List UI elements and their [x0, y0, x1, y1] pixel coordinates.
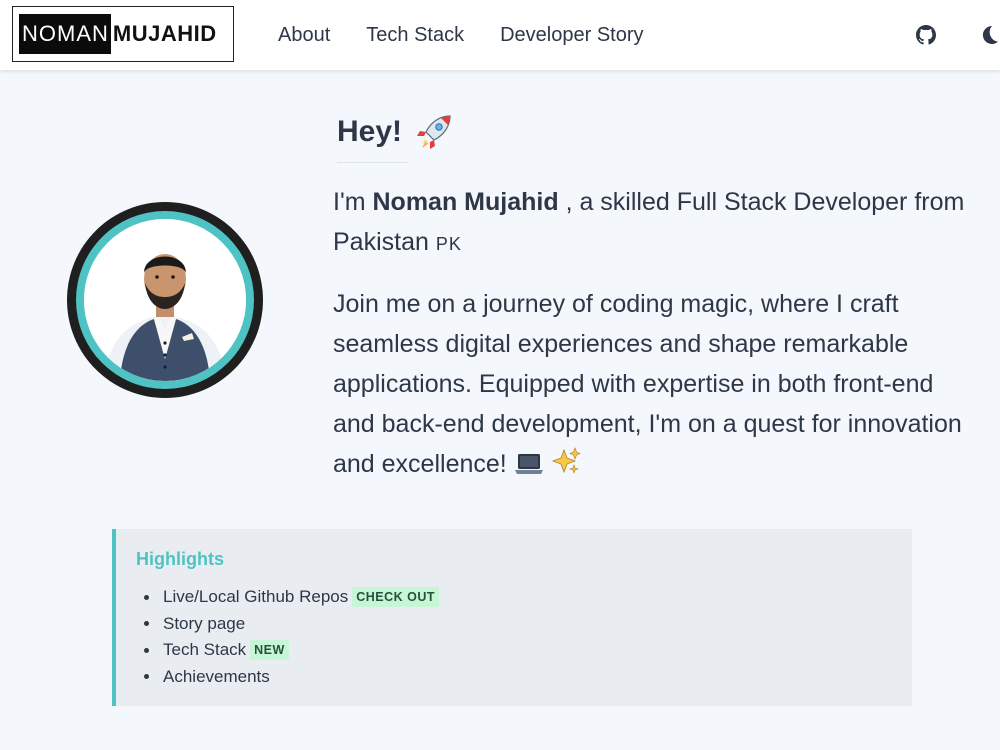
highlights-list: Live/Local Github Repos CHECK OUT Story … — [136, 584, 912, 690]
logo-last-name: MUJAHID — [112, 21, 217, 46]
status-badge: NEW — [250, 640, 289, 661]
profile-avatar — [67, 202, 263, 398]
highlights-title: Highlights — [136, 549, 224, 569]
rocket-icon — [414, 112, 454, 152]
status-badge: CHECK OUT — [352, 587, 440, 608]
highlight-label: Achievements — [163, 666, 270, 686]
about-paragraph: Join me on a journey of coding magic, wh… — [333, 284, 973, 488]
heading-divider — [337, 162, 409, 163]
main-nav: About Tech Stack Developer Story — [278, 0, 680, 70]
greeting-text: Hey! — [337, 115, 403, 148]
country-code: PK — [435, 234, 462, 254]
highlight-label: Tech Stack — [163, 640, 247, 660]
about-text: Join me on a journey of coding magic, wh… — [333, 290, 962, 478]
sparkles-icon — [551, 446, 581, 488]
nav-link-tech-stack[interactable]: Tech Stack — [366, 24, 464, 47]
highlight-label: Live/Local Github Repos — [163, 587, 349, 607]
bullet-icon — [144, 594, 149, 600]
site-logo[interactable]: NOMAN MUJAHID — [12, 6, 234, 62]
intro-paragraph: I'm Noman Mujahid , a skilled Full Stack… — [333, 182, 973, 264]
nav-link-about[interactable]: About — [278, 24, 330, 47]
bullet-icon — [144, 647, 149, 653]
bullet-icon — [144, 674, 149, 680]
avatar-ring — [76, 211, 254, 389]
logo-first-name: NOMAN — [19, 14, 111, 54]
developer-name: Noman Mujahid — [372, 188, 559, 216]
list-item[interactable]: Tech Stack NEW — [136, 637, 912, 664]
github-icon[interactable] — [916, 25, 936, 45]
highlight-label: Story page — [163, 613, 246, 633]
nav-link-developer-story[interactable]: Developer Story — [500, 24, 643, 47]
highlights-panel: Highlights Live/Local Github Repos CHECK… — [112, 529, 912, 706]
list-item[interactable]: Achievements — [136, 664, 912, 691]
greeting-heading: Hey! — [337, 112, 454, 152]
header-actions — [916, 0, 1000, 70]
intro-prefix: I'm — [333, 188, 366, 216]
top-nav-bar: NOMAN MUJAHID About Tech Stack Developer… — [0, 0, 1000, 70]
bullet-icon — [144, 621, 149, 627]
list-item[interactable]: Story page — [136, 611, 912, 638]
moon-icon[interactable] — [980, 25, 998, 45]
list-item[interactable]: Live/Local Github Repos CHECK OUT — [136, 584, 912, 611]
profile-photo — [84, 219, 246, 381]
laptop-icon — [514, 448, 544, 488]
